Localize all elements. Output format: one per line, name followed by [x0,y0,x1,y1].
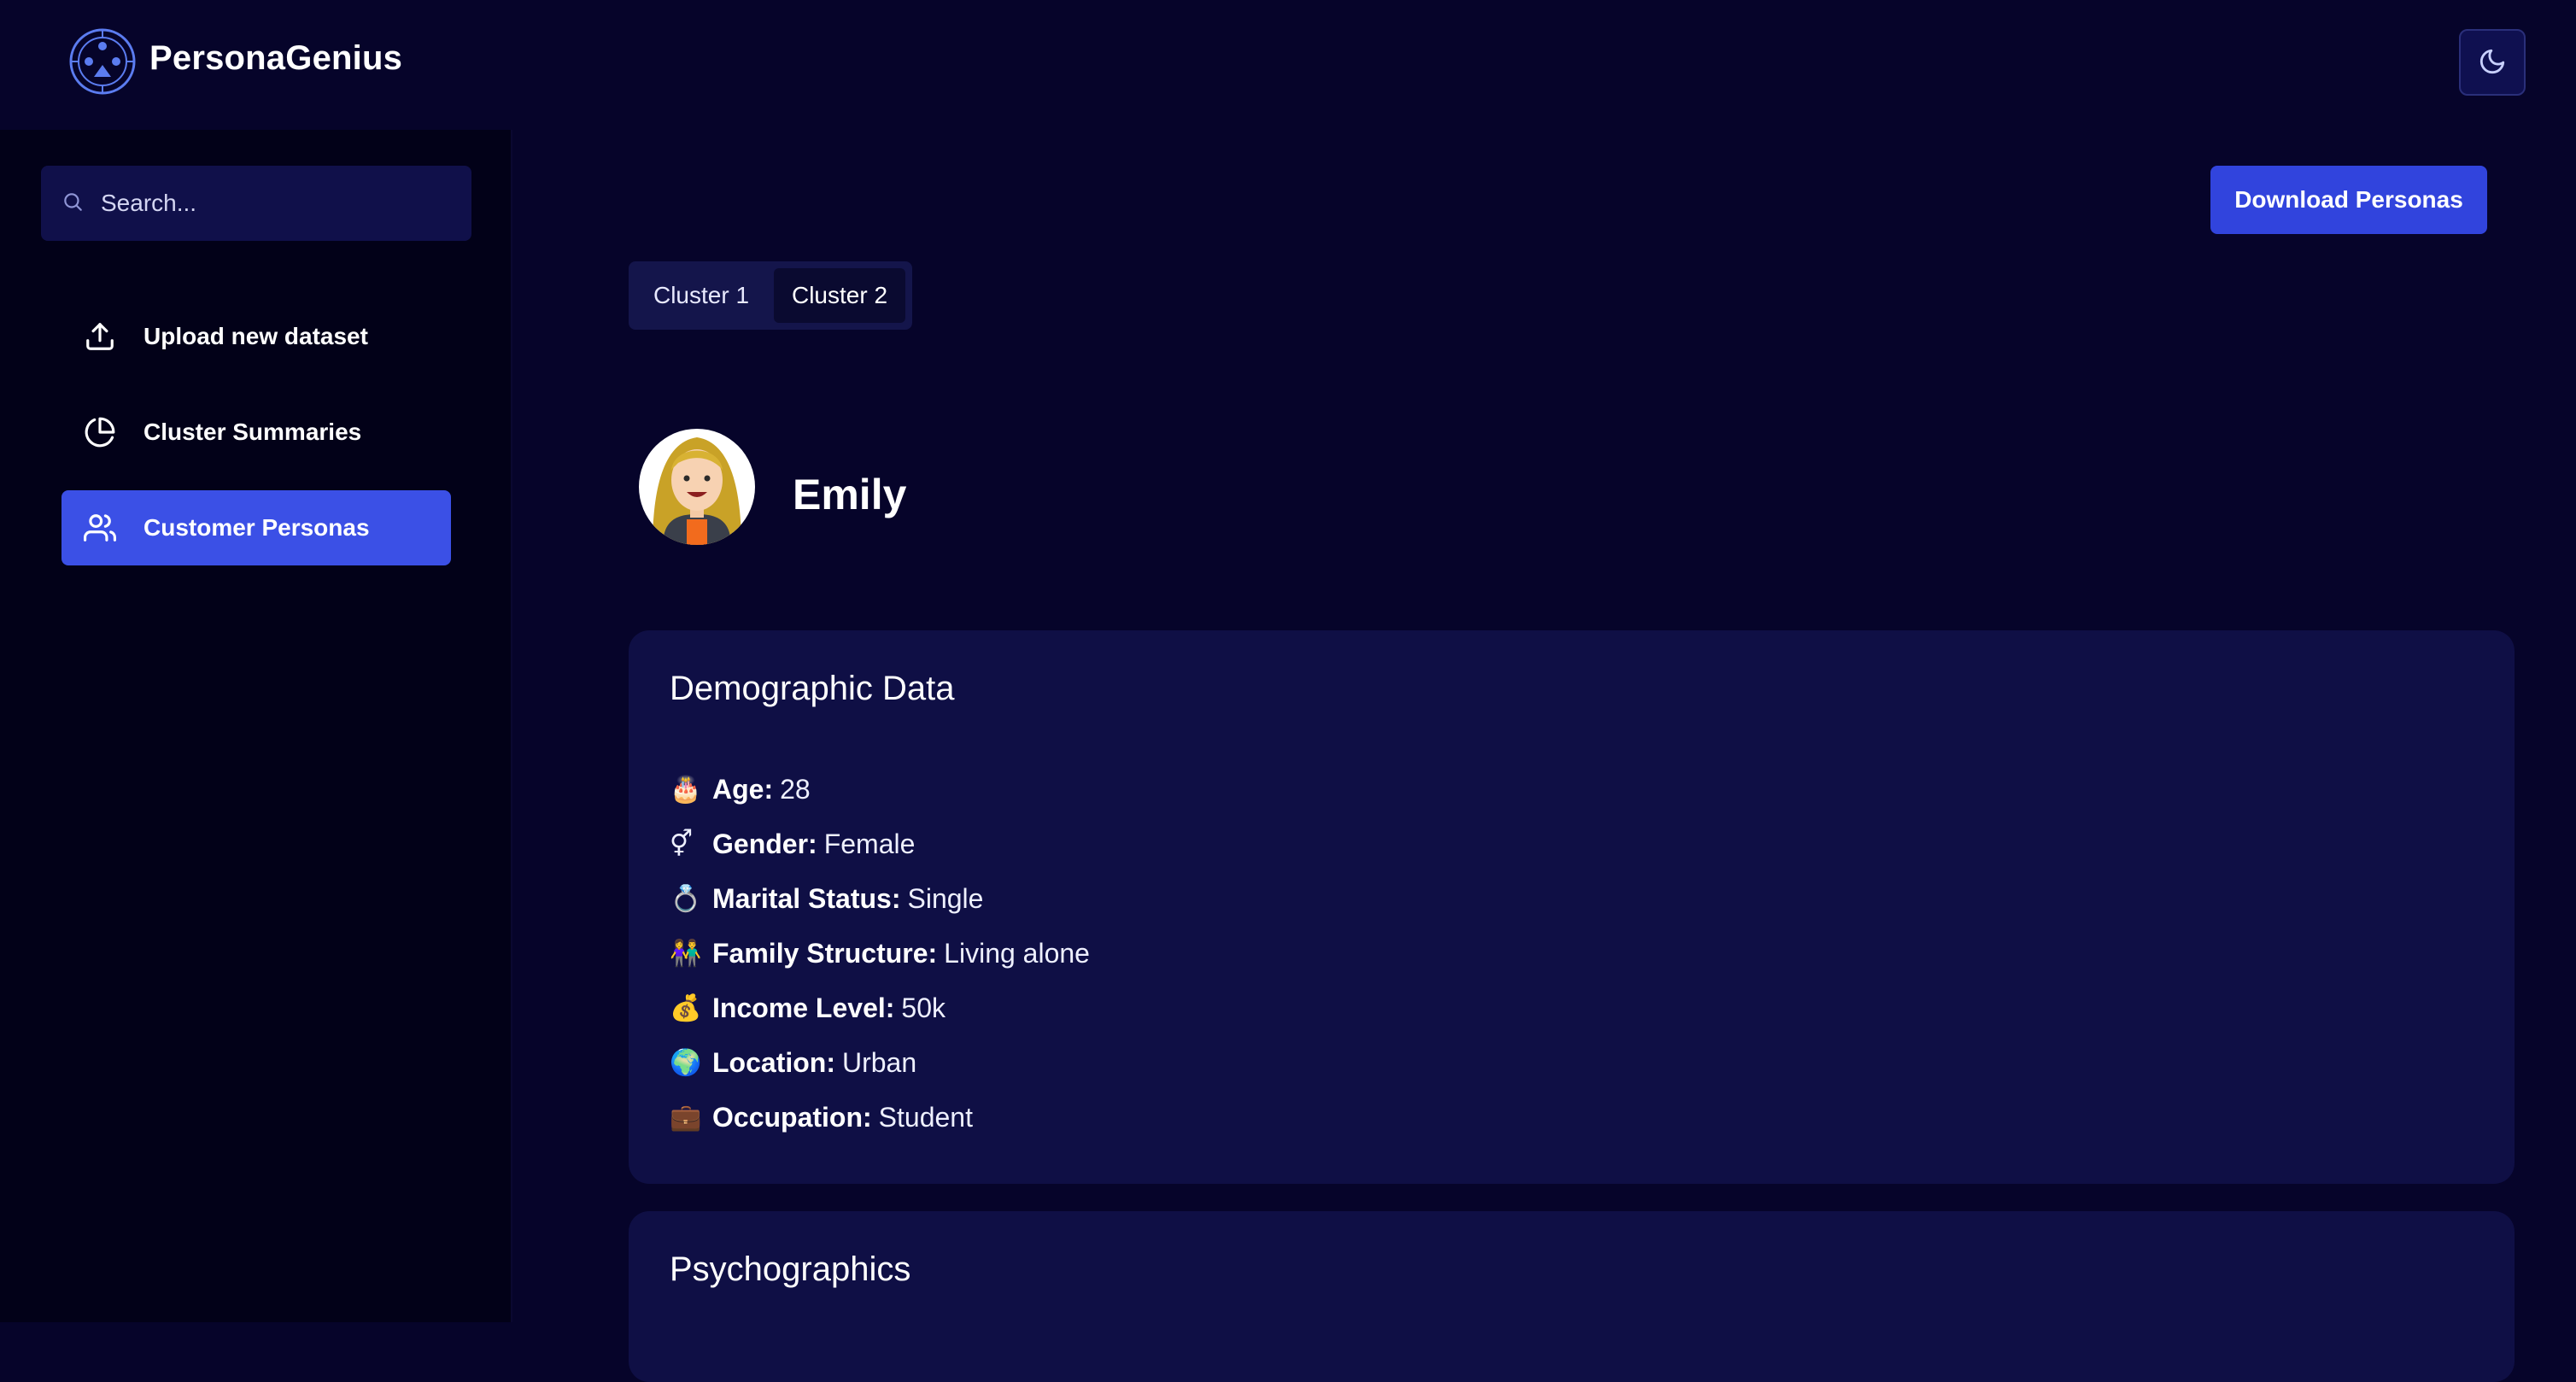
download-personas-button[interactable]: Download Personas [2210,166,2487,234]
cluster-tabs: Cluster 1 Cluster 2 [629,261,912,330]
logo-icon [68,27,137,96]
psychographics-card: Psychographics [629,1211,2515,1382]
persona-name: Emily [793,471,907,518]
persona-avatar [637,419,757,547]
card-title: Demographic Data [670,670,955,707]
demographic-row-income-level: 💰 Income Level: 50k [670,981,1090,1035]
money-bag-icon: 💰 [670,993,702,1023]
field-value: Female [823,828,916,859]
field-value: Living alone [944,937,1090,969]
search-box[interactable] [41,166,471,241]
demographic-row-gender: ⚥ Gender: Female [670,817,1090,871]
demographic-row-occupation: 💼 Occupation: Student [670,1090,1090,1145]
field-value: 50k [901,992,946,1023]
tab-cluster-2[interactable]: Cluster 2 [774,268,905,323]
search-icon [41,190,84,217]
pie-chart-icon [82,414,118,450]
demographic-row-location: 🌍 Location: Urban [670,1035,1090,1090]
globe-icon: 🌍 [670,1047,702,1078]
sidebar-item-upload-new-dataset[interactable]: Upload new dataset [61,299,451,374]
sidebar-divider [511,130,512,1322]
field-label: Income Level: [712,992,895,1023]
couple-icon: 👫 [670,938,702,969]
sidebar-item-cluster-summaries[interactable]: Cluster Summaries [61,395,451,470]
tab-cluster-1[interactable]: Cluster 1 [635,268,767,323]
top-bar: PersonaGenius [0,0,2576,130]
sidebar-item-label: Customer Personas [143,514,370,541]
briefcase-icon: 💼 [670,1102,702,1133]
field-value: Urban [841,1046,917,1078]
ring-icon: 💍 [670,883,702,914]
theme-toggle-button[interactable] [2459,29,2526,96]
app-brand-name: PersonaGenius [149,39,403,77]
card-title: Psychographics [670,1250,911,1288]
demographic-row-family-structure: 👫 Family Structure: Living alone [670,926,1090,981]
field-value: Single [907,882,984,914]
cake-icon: 🎂 [670,774,702,805]
demographic-card: Demographic Data 🎂 Age: 28 ⚥ Gender: Fem… [629,630,2515,1184]
gender-icon: ⚥ [670,829,694,859]
field-label: Family Structure: [712,937,938,969]
field-label: Location: [712,1046,835,1078]
field-label: Gender: [712,828,817,859]
field-label: Occupation: [712,1101,872,1133]
field-label: Marital Status: [712,882,901,914]
upload-icon [82,319,118,354]
sidebar-item-label: Upload new dataset [143,323,368,349]
moon-icon [2478,47,2507,79]
demographic-list: 🎂 Age: 28 ⚥ Gender: Female 💍 Marital Sta… [670,762,1090,1145]
users-icon [82,510,118,546]
search-input[interactable] [99,189,444,218]
sidebar-item-label: Cluster Summaries [143,419,362,445]
demographic-row-marital-status: 💍 Marital Status: Single [670,871,1090,926]
demographic-row-age: 🎂 Age: 28 [670,762,1090,817]
field-value: 28 [780,773,811,805]
field-label: Age: [712,773,774,805]
sidebar-item-customer-personas[interactable]: Customer Personas [61,490,451,565]
field-value: Student [878,1101,973,1133]
